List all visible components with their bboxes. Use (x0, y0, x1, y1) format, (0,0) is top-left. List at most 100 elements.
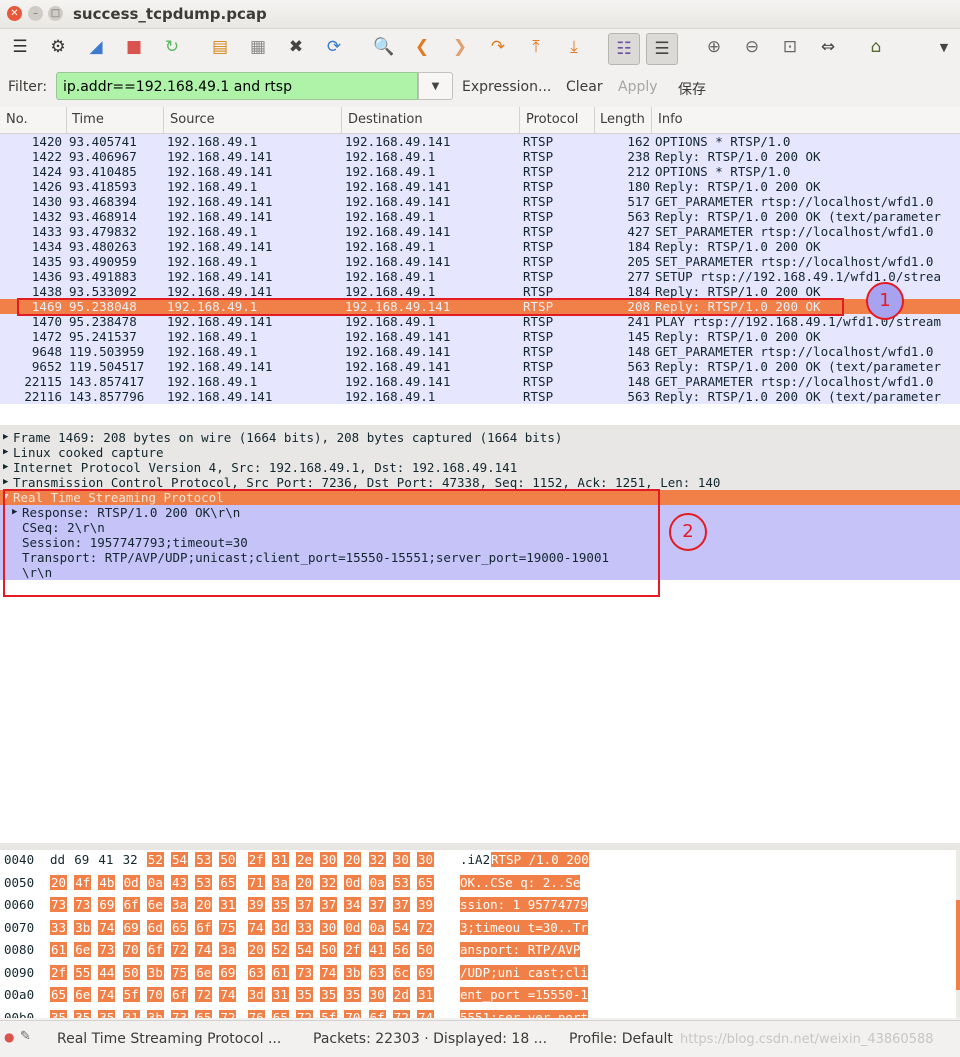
hex-byte[interactable]: 31 (417, 987, 435, 1002)
hex-byte[interactable]: 6f (146, 942, 164, 957)
hex-byte[interactable]: 70 (122, 942, 140, 957)
hex-byte[interactable]: 0a (368, 874, 386, 890)
toolbar-overflow-icon[interactable]: ▼ (932, 35, 956, 59)
expert-info-icon[interactable]: ● (4, 1030, 14, 1044)
hex-byte[interactable]: 72 (296, 1009, 314, 1018)
hex-row[interactable]: 0060 73 73 69 6f 6e 3a 20 31 39 35 37 37 34 37 37 39 ssio… (0, 897, 956, 912)
hex-byte[interactable]: 69 (74, 852, 89, 867)
hex-byte[interactable]: 33 (296, 919, 314, 935)
hex-byte[interactable]: 3a (171, 897, 189, 912)
hex-byte[interactable]: 52 (146, 852, 164, 867)
hex-row[interactable]: 00b0 35 35 35 31 3b 73 65 72 76 65 72 5f 70 6f 72 74 5551… (0, 1009, 956, 1018)
hex-byte[interactable]: 69 (98, 897, 116, 912)
hex-row[interactable]: 0080 61 6e 73 70 6f 72 74 3a 20 52 54 50 2f 41 56 50 ansp… (0, 942, 956, 957)
hex-byte[interactable]: 0a (146, 874, 164, 890)
detail-tree-item[interactable]: ▶ Linux cooked capture (0, 445, 960, 460)
restart-capture-icon[interactable]: ↻ (160, 35, 184, 59)
hex-byte[interactable]: 2e (296, 852, 314, 867)
hex-byte[interactable]: 76 (247, 1009, 265, 1018)
hex-byte[interactable]: 5f (320, 1009, 338, 1018)
packet-bytes-pane[interactable]: 0040 dd 69 41 32 52 54 53 50 2f 31 2e 30 20 32 30 30 .iA2… (0, 850, 956, 1018)
hex-byte[interactable]: 63 (247, 964, 265, 980)
hex-byte[interactable]: 65 (219, 874, 237, 890)
expression-button[interactable]: Expression... (462, 79, 551, 95)
packet-row[interactable]: 1434 93.480263 192.168.49.141 192.168.49.1 R… (0, 239, 960, 254)
close-file-icon[interactable]: ✖ (284, 35, 308, 59)
hex-byte[interactable]: 3a (271, 874, 289, 890)
close-window-icon[interactable]: ✕ (7, 6, 22, 21)
interfaces-icon[interactable]: ☰ (8, 35, 32, 59)
hex-byte[interactable]: 39 (417, 897, 435, 912)
hex-byte[interactable]: 74 (417, 1009, 435, 1018)
hex-byte[interactable]: 30 (392, 852, 410, 867)
packet-row[interactable]: 1470 95.238478 192.168.49.141 192.168.49.1 R… (0, 314, 960, 329)
hex-byte[interactable]: 65 (171, 919, 189, 935)
detail-tree-item[interactable]: ▶ Frame 1469: 208 bytes on wire (1664 bit… (0, 430, 960, 445)
hex-byte[interactable]: 74 (247, 919, 265, 935)
hex-byte[interactable]: 20 (247, 942, 265, 957)
hex-byte[interactable]: 54 (392, 919, 410, 935)
auto-scroll-icon[interactable]: ☰ (646, 33, 678, 65)
hex-byte[interactable]: 65 (417, 874, 435, 890)
hex-byte[interactable]: 71 (247, 874, 265, 890)
hex-byte[interactable]: 37 (392, 897, 410, 912)
hex-byte[interactable]: 6d (146, 919, 164, 935)
hex-byte[interactable]: 6f (368, 1009, 386, 1018)
tree-expand-icon[interactable]: ▶ (3, 445, 8, 460)
hex-byte[interactable]: 0d (122, 874, 140, 890)
packet-row[interactable]: 22115 143.857417 192.168.49.1 192.168.49.14… (0, 374, 960, 389)
hex-byte[interactable]: 63 (368, 964, 386, 980)
hex-byte[interactable]: 35 (50, 1009, 68, 1018)
maximize-window-icon[interactable]: □ (48, 6, 63, 21)
hex-byte[interactable]: 74 (320, 964, 338, 980)
tree-expand-icon[interactable]: ▶ (3, 460, 8, 475)
hex-byte[interactable]: 20 (195, 897, 213, 912)
hex-byte[interactable]: 33 (50, 919, 68, 935)
hex-byte[interactable]: 35 (74, 1009, 92, 1018)
detail-tree-item[interactable]: ▶ Transmission Control Protocol, Src Port… (0, 475, 960, 490)
hex-byte[interactable]: 2d (392, 987, 410, 1002)
apply-button[interactable]: Apply (618, 79, 658, 95)
go-first-icon[interactable]: ⤒ (524, 35, 548, 59)
hex-row[interactable]: 0050 20 4f 4b 0d 0a 43 53 65 71 3a 20 32 0d 0a 53 65 OK.… (0, 874, 956, 890)
minimize-window-icon[interactable]: – (28, 6, 43, 21)
hex-byte[interactable]: 5f (122, 987, 140, 1002)
open-file-icon[interactable]: ▤ (208, 35, 232, 59)
hex-byte[interactable]: 31 (271, 852, 289, 867)
hex-byte[interactable]: 6f (171, 987, 189, 1002)
hex-byte[interactable]: 50 (417, 942, 435, 957)
capture-filters-icon[interactable]: ⌂ (864, 35, 888, 59)
hex-byte[interactable]: 74 (98, 919, 116, 935)
hex-byte[interactable]: 53 (195, 852, 213, 867)
hex-byte[interactable]: 50 (320, 942, 338, 957)
hex-byte[interactable]: 34 (344, 897, 362, 912)
hex-byte[interactable]: 54 (296, 942, 314, 957)
hex-byte[interactable]: dd (50, 852, 65, 867)
hex-byte[interactable]: 2f (50, 964, 68, 980)
zoom-out-icon[interactable]: ⊖ (740, 35, 764, 59)
go-forward-icon[interactable]: ❯ (448, 35, 472, 59)
hex-byte[interactable]: 35 (320, 987, 338, 1002)
status-profile-text[interactable]: Profile: Default (569, 1031, 673, 1047)
hex-byte[interactable]: 6e (195, 964, 213, 980)
hex-byte[interactable]: 69 (122, 919, 140, 935)
hex-byte[interactable]: 2f (247, 852, 265, 867)
hex-byte[interactable]: 70 (146, 987, 164, 1002)
hex-byte[interactable]: 75 (171, 964, 189, 980)
hex-byte[interactable]: 74 (219, 987, 237, 1002)
hex-byte[interactable]: 30 (320, 852, 338, 867)
normal-size-icon[interactable]: ⊡ (778, 35, 802, 59)
packet-row[interactable]: 22116 143.857796 192.168.49.141 192.168.49.… (0, 389, 960, 404)
hex-byte[interactable]: 73 (171, 1009, 189, 1018)
start-capture-fin-icon[interactable]: ◢ (84, 35, 108, 59)
hex-byte[interactable]: 50 (219, 852, 237, 867)
hex-byte[interactable]: 55 (74, 964, 92, 980)
packet-row[interactable]: 1436 93.491883 192.168.49.141 192.168.49.1 R… (0, 269, 960, 284)
hex-byte[interactable]: 37 (320, 897, 338, 912)
hex-byte[interactable]: 69 (417, 964, 435, 980)
find-packet-icon[interactable]: 🔍 (372, 35, 396, 59)
hex-byte[interactable]: 61 (271, 964, 289, 980)
col-source[interactable]: Source (170, 112, 215, 127)
hex-byte[interactable]: 2f (344, 942, 362, 957)
tree-expand-icon[interactable]: ▶ (3, 475, 8, 490)
